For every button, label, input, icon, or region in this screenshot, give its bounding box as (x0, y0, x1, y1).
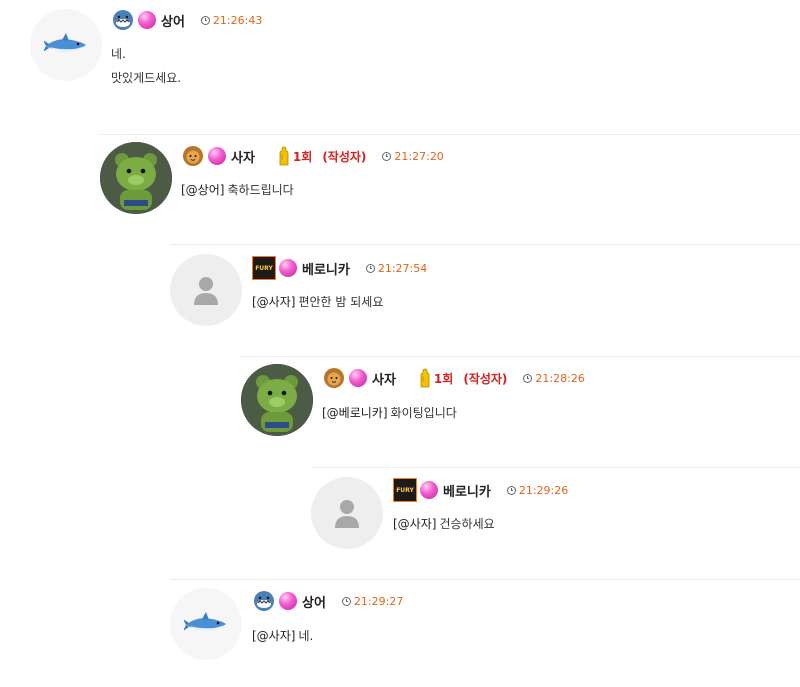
count-badge: 1회 (418, 368, 453, 388)
shark-level-icon (111, 9, 135, 31)
comment-line: 축하드립니다 (227, 183, 294, 197)
divider (240, 356, 800, 357)
nickname[interactable]: 사자 (231, 147, 255, 166)
green-bear-avatar[interactable] (100, 142, 172, 214)
time-text: 21:26:43 (212, 13, 263, 27)
timestamp: 21:28:26 (523, 371, 585, 385)
timestamp: 21:26:43 (200, 13, 263, 27)
nickname[interactable]: 상어 (302, 592, 326, 611)
default-user-avatar[interactable] (311, 477, 383, 549)
gem-icon (279, 259, 297, 277)
divider (312, 467, 800, 468)
mention-link[interactable]: [@사자] (393, 517, 436, 531)
clock-icon (506, 485, 516, 495)
comment-text: 네. 맛있게드세요. (111, 42, 181, 90)
comment-line: 건승하세요 (439, 517, 495, 531)
time-text: 21:29:26 (518, 483, 569, 497)
clock-icon (200, 15, 210, 25)
mention-link[interactable]: [@사자] (252, 629, 295, 643)
shark-level-icon (252, 590, 276, 612)
nickname[interactable]: 사자 (372, 369, 396, 388)
time-text: 21:28:26 (535, 371, 585, 385)
count-badge: 1회 (277, 146, 312, 166)
lion-level-icon (181, 145, 205, 167)
time-text: 21:27:54 (377, 261, 428, 275)
fury-level-icon: FURY (393, 478, 417, 502)
shark-avatar[interactable] (30, 9, 102, 81)
divider (170, 244, 800, 245)
divider (170, 579, 800, 580)
comment-line: 화이팅입니다 (390, 406, 457, 420)
timestamp: 21:27:20 (382, 149, 444, 163)
mention-link[interactable]: [@사자] (252, 295, 295, 309)
nickname[interactable]: 베로니카 (443, 481, 491, 500)
timestamp: 21:29:27 (341, 594, 404, 608)
hand-icon (279, 146, 289, 166)
clock-icon (341, 596, 351, 606)
comment-text: [@베로니카] 화이팅입니다 (322, 401, 457, 425)
mention-link[interactable]: [@베로니카] (322, 406, 388, 420)
timestamp: 21:27:54 (365, 261, 428, 275)
time-text: 21:29:27 (353, 594, 404, 608)
gem-icon (279, 592, 297, 610)
clock-icon (523, 373, 533, 383)
timestamp: 21:29:26 (506, 483, 569, 497)
comment-line: 네. (298, 629, 314, 643)
comment-text: [@상어] 축하드립니다 (181, 178, 294, 202)
count-text: 1회 (292, 149, 313, 164)
gem-icon (420, 481, 438, 499)
default-user-avatar[interactable] (170, 254, 242, 326)
count-text: 1회 (433, 371, 454, 386)
green-bear-avatar[interactable] (241, 364, 313, 436)
nickname[interactable]: 상어 (161, 11, 185, 30)
shark-avatar[interactable] (170, 588, 242, 660)
gem-icon (138, 11, 156, 29)
mention-link[interactable]: [@상어] (181, 183, 224, 197)
author-label: (작성자) (463, 371, 508, 386)
time-text: 21:27:20 (394, 149, 444, 163)
comment-text: [@사자] 편안한 밤 되세요 (252, 290, 383, 314)
comment-text: [@사자] 건승하세요 (393, 512, 495, 536)
nickname[interactable]: 베로니카 (302, 259, 350, 278)
gem-icon (208, 147, 226, 165)
comment-line: 편안한 밤 되세요 (298, 295, 384, 309)
comment-line: 네. (111, 47, 126, 61)
comment-text: [@사자] 네. (252, 624, 313, 648)
divider (100, 134, 800, 135)
author-label: (작성자) (322, 149, 367, 164)
comment-line: 맛있게드세요. (111, 71, 182, 85)
gem-icon (349, 369, 367, 387)
lion-level-icon (322, 367, 346, 389)
hand-icon (420, 368, 430, 388)
clock-icon (365, 263, 375, 273)
clock-icon (382, 151, 392, 161)
fury-level-icon: FURY (252, 256, 276, 280)
